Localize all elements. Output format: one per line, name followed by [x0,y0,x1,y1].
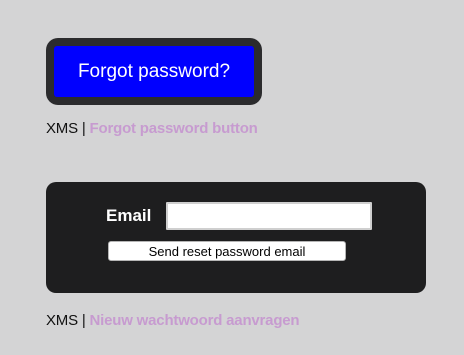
forgot-password-frame: Forgot password? [46,38,262,105]
caption-separator: | [81,120,86,137]
forgot-password-caption: XMS | Forgot password button [46,120,258,138]
caption-prefix: XMS [46,120,78,137]
email-field[interactable] [166,202,372,230]
reset-password-caption: XMS | Nieuw wachtwoord aanvragen [46,312,300,330]
email-label: Email [106,206,152,225]
caption-title: Nieuw wachtwoord aanvragen [89,312,300,329]
caption-title: Forgot password button [89,120,258,137]
reset-password-panel: Email Send reset password email [46,182,426,293]
caption-separator: | [81,312,86,329]
send-reset-email-button[interactable]: Send reset password email [108,241,346,261]
forgot-password-button[interactable]: Forgot password? [54,46,254,97]
caption-prefix: XMS [46,312,78,329]
